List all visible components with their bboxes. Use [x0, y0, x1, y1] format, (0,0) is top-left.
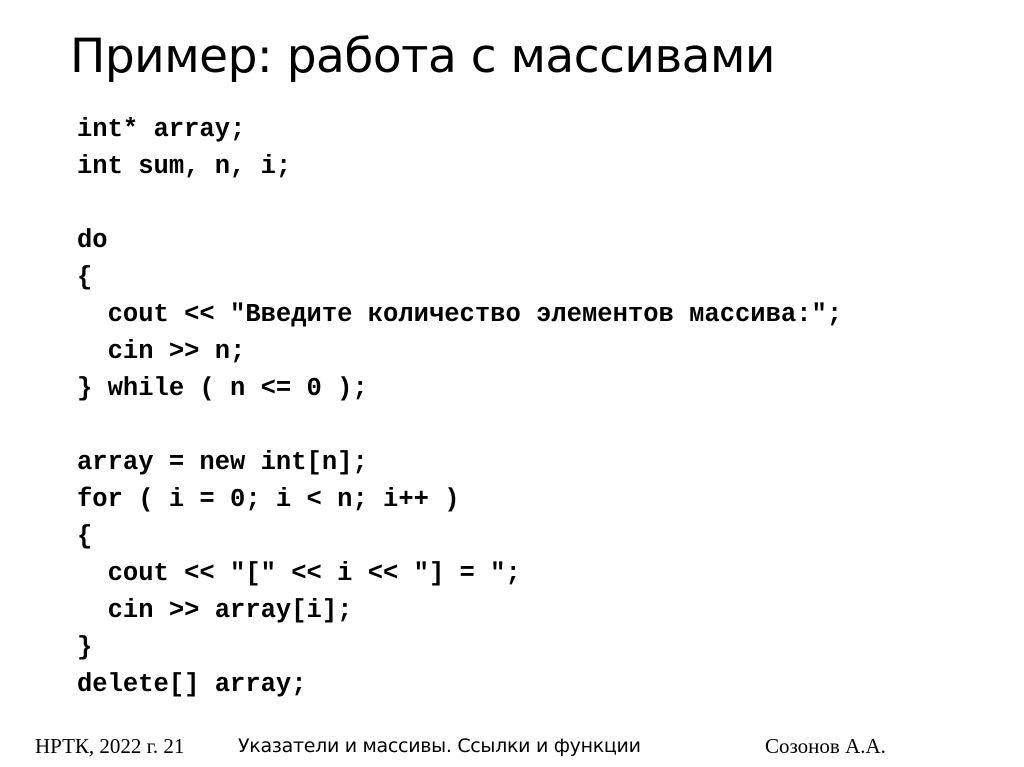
code-line: for ( i = 0; i < n; i++ )	[77, 485, 460, 514]
slide-title: Пример: работа с массивами	[70, 29, 775, 84]
code-block: int* array; int sum, n, i; do { cout << …	[77, 111, 842, 703]
code-line: {	[77, 263, 93, 292]
code-line: cout << "[" << i << "] = ";	[77, 559, 521, 588]
code-line: {	[77, 522, 93, 551]
code-line: delete[] array;	[77, 670, 307, 699]
code-line: do	[77, 226, 108, 255]
footer-date-page: НРТК, 2022 г. 21	[35, 734, 185, 758]
code-line: cin >> n;	[77, 337, 246, 366]
code-line: int* array;	[77, 115, 246, 144]
code-line: int sum, n, i;	[77, 152, 292, 181]
code-line: } while ( n <= 0 );	[77, 374, 368, 403]
footer-topic: Указатели и массивы. Ссылки и функции	[238, 735, 641, 757]
code-line: array = new int[n];	[77, 448, 368, 477]
code-line: }	[77, 633, 93, 662]
code-line: cout << "Введите количество элементов ма…	[77, 300, 843, 329]
code-line: cin >> array[i];	[77, 596, 353, 625]
footer-author: Созонов А.А.	[765, 734, 886, 758]
